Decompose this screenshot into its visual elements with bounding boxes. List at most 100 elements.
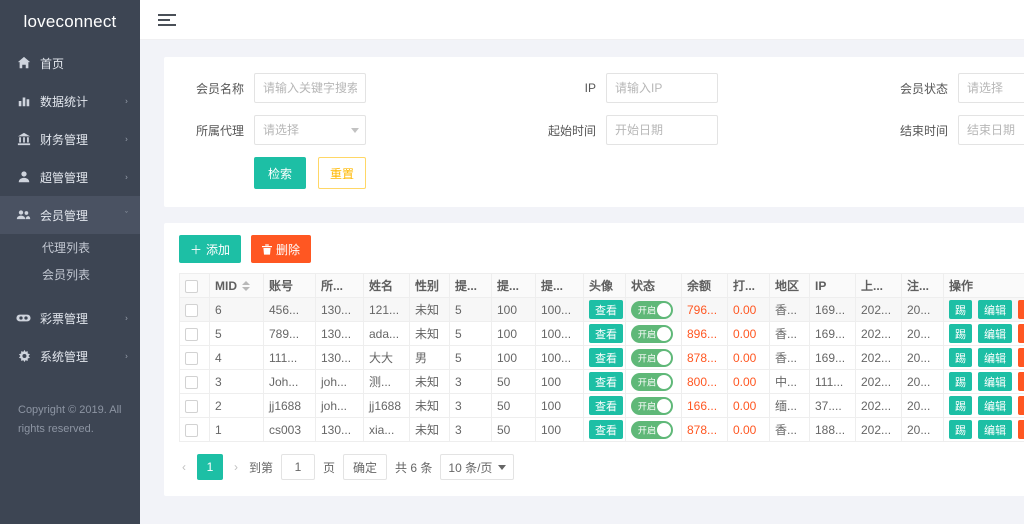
kick-button[interactable]: 踢 — [949, 324, 972, 343]
column-header-w2: 提... — [492, 274, 536, 298]
sidebar-item-lottery[interactable]: 彩票管理 › — [0, 299, 140, 337]
sidebar-item-statistics[interactable]: 数据统计 › — [0, 82, 140, 120]
cell-w2: 100 — [492, 298, 536, 322]
cell-agent: 130... — [316, 322, 364, 346]
member-status-select[interactable] — [958, 73, 1024, 103]
cell-w1: 5 — [450, 322, 492, 346]
edit-button[interactable]: 编辑 — [978, 348, 1012, 367]
column-header-mid[interactable]: MID — [210, 274, 264, 298]
column-header-w3: 提... — [536, 274, 584, 298]
sidebar-subitem-member-list[interactable]: 会员列表 — [0, 261, 140, 288]
status-toggle[interactable]: 开启 — [631, 301, 673, 319]
cell-w3: 100... — [536, 322, 584, 346]
row-checkbox[interactable] — [185, 376, 198, 389]
view-avatar-button[interactable]: 查看 — [589, 300, 623, 319]
cell-bet: 0.00 — [728, 322, 770, 346]
cell-last-login: 202... — [856, 370, 902, 394]
end-date-input[interactable] — [958, 115, 1024, 145]
ip-input[interactable] — [606, 73, 718, 103]
edit-button[interactable]: 编辑 — [978, 396, 1012, 415]
row-checkbox[interactable] — [185, 400, 198, 413]
chevron-right-icon: › — [125, 97, 128, 106]
column-header-account: 账号 — [264, 274, 316, 298]
cell-last-login: 202... — [856, 298, 902, 322]
add-button[interactable]: ＋添加 — [179, 235, 241, 263]
view-avatar-button[interactable]: 查看 — [589, 396, 623, 415]
per-page-select[interactable]: 10 条/页 — [440, 454, 514, 480]
kick-button[interactable]: 踢 — [949, 348, 972, 367]
delete-button[interactable]: 删除 — [1018, 324, 1024, 343]
goto-confirm-button[interactable]: 确定 — [343, 454, 387, 480]
delete-button[interactable]: 删除 — [1018, 300, 1024, 319]
edit-button[interactable]: 编辑 — [978, 420, 1012, 439]
sidebar-item-superadmin[interactable]: 超管管理 › — [0, 158, 140, 196]
cell-mid: 1 — [210, 418, 264, 442]
agent-select-value[interactable] — [254, 115, 366, 145]
start-date-input[interactable] — [606, 115, 718, 145]
column-header-agent: 所... — [316, 274, 364, 298]
hamburger-menu-icon[interactable] — [158, 11, 176, 29]
edit-button[interactable]: 编辑 — [978, 324, 1012, 343]
sidebar-item-members[interactable]: 会员管理 ˇ — [0, 196, 140, 234]
cell-gender: 未知 — [410, 370, 450, 394]
status-toggle[interactable]: 开启 — [631, 373, 673, 391]
cell-last-login: 202... — [856, 394, 902, 418]
view-avatar-button[interactable]: 查看 — [589, 324, 623, 343]
cell-name: 测... — [364, 370, 410, 394]
filter-panel: 会员名称 IP 会员状态 所属代理 — [164, 57, 1024, 207]
cell-mid: 3 — [210, 370, 264, 394]
status-toggle[interactable]: 开启 — [631, 349, 673, 367]
member-name-input[interactable] — [254, 73, 366, 103]
gear-icon — [16, 349, 31, 364]
sidebar: loveconnect 首页 数据统计 › 财务管理 › 超 — [0, 0, 140, 524]
status-toggle[interactable]: 开启 — [631, 325, 673, 343]
table-row: 1cs003130...xia...未知350100查看开启878...0.00… — [180, 418, 1024, 442]
cell-account: jj1688 — [264, 394, 316, 418]
edit-button[interactable]: 编辑 — [978, 300, 1012, 319]
row-checkbox[interactable] — [185, 424, 198, 437]
cell-name: 121... — [364, 298, 410, 322]
member-status-select-value[interactable] — [958, 73, 1024, 103]
reset-button[interactable]: 重置 — [318, 157, 366, 189]
sidebar-subitem-agent-list[interactable]: 代理列表 — [0, 234, 140, 261]
current-page[interactable]: 1 — [197, 454, 223, 480]
delete-button[interactable]: 删除 — [1018, 372, 1024, 391]
agent-select[interactable] — [254, 115, 366, 145]
view-avatar-button[interactable]: 查看 — [589, 420, 623, 439]
status-toggle[interactable]: 开启 — [631, 421, 673, 439]
kick-button[interactable]: 踢 — [949, 420, 972, 439]
table-header-row: MID账号所...姓名性别提...提...提...头像状态余额打...地区IP上… — [180, 274, 1024, 298]
sidebar-item-finance[interactable]: 财务管理 › — [0, 120, 140, 158]
batch-delete-button[interactable]: 删除 — [251, 235, 311, 263]
delete-button[interactable]: 删除 — [1018, 348, 1024, 367]
cell-mid: 2 — [210, 394, 264, 418]
column-header-name: 姓名 — [364, 274, 410, 298]
kick-button[interactable]: 踢 — [949, 372, 972, 391]
row-checkbox[interactable] — [185, 328, 198, 341]
trash-icon — [262, 244, 272, 255]
prev-page-icon[interactable]: ‹ — [179, 460, 189, 474]
kick-button[interactable]: 踢 — [949, 396, 972, 415]
cell-region: 香... — [770, 322, 810, 346]
status-toggle[interactable]: 开启 — [631, 397, 673, 415]
sidebar-item-system[interactable]: 系统管理 › — [0, 337, 140, 375]
next-page-icon[interactable]: › — [231, 460, 241, 474]
select-all-checkbox[interactable] — [185, 280, 198, 293]
search-button[interactable]: 检索 — [254, 157, 306, 189]
sidebar-item-home[interactable]: 首页 — [0, 44, 140, 82]
edit-button[interactable]: 编辑 — [978, 372, 1012, 391]
sidebar-item-label: 彩票管理 — [40, 310, 88, 327]
cell-gender: 未知 — [410, 298, 450, 322]
kick-button[interactable]: 踢 — [949, 300, 972, 319]
delete-button[interactable]: 删除 — [1018, 420, 1024, 439]
row-checkbox[interactable] — [185, 304, 198, 317]
delete-button[interactable]: 删除 — [1018, 396, 1024, 415]
row-checkbox[interactable] — [185, 352, 198, 365]
goto-page-input[interactable] — [281, 454, 315, 480]
member-status-label: 会员状态 — [888, 80, 948, 97]
view-avatar-button[interactable]: 查看 — [589, 372, 623, 391]
view-avatar-button[interactable]: 查看 — [589, 348, 623, 367]
cell-ip: 169... — [810, 322, 856, 346]
per-page-value: 10 条/页 — [448, 459, 492, 476]
sort-icon[interactable] — [242, 281, 250, 291]
